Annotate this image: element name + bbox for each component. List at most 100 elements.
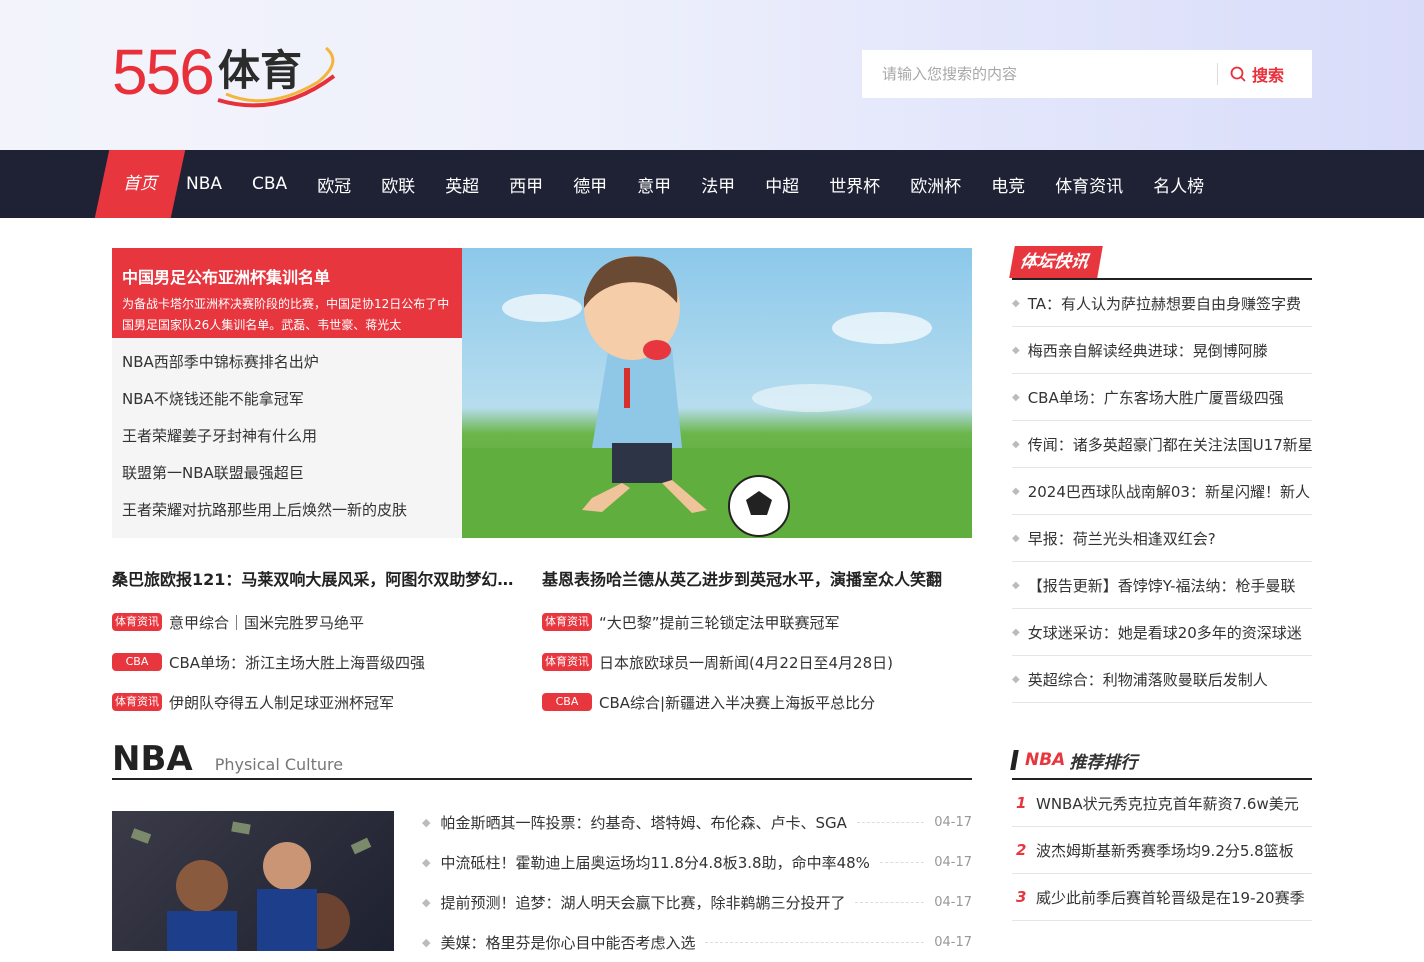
bullet-icon: ◆ xyxy=(1012,579,1020,591)
sidebar-news: 体坛快讯 ◆ TA：有人认为萨拉赫想要自由身赚签字费 ◆ 梅西亲自解读经典进球：晃倒… xyxy=(1009,246,1312,703)
sidebar-item[interactable]: ◆ 传闻：诸多英超豪门都在关注法国U17新星 xyxy=(1012,421,1312,468)
column-title[interactable]: 桑巴旅欧报121：马莱双响大展风采，阿图尔双助梦幻开局 xyxy=(112,566,522,590)
nav-item-esports[interactable]: 电竞 xyxy=(991,172,1025,197)
list-item[interactable]: NBA西部季中锦标赛排名出炉 xyxy=(122,344,452,381)
news-row[interactable]: 体育资讯 日本旅欧球员一周新闻(4月22日至4月28日) xyxy=(542,642,972,682)
feature-block: 中国男足公布亚洲杯集训名单 为备战卡塔尔亚洲杯决赛阶段的比赛，中国足协12日公布… xyxy=(112,248,972,538)
nav-item-bundesliga[interactable]: 德甲 xyxy=(573,172,607,197)
search-button-label: 搜索 xyxy=(1252,66,1285,85)
bullet-icon: ◆ xyxy=(422,935,431,949)
sidebar-item-text: 2024巴西球队战南解03：新星闪耀！新人 xyxy=(1027,482,1310,501)
ranking-item[interactable]: 2 波杰姆斯基新秀赛季场均9.2分5.8篮板 xyxy=(1012,827,1312,874)
sidebar-item-text: 传闻：诸多英超豪门都在关注法国U17新星 xyxy=(1027,435,1312,454)
nav-item-sports-news[interactable]: 体育资讯 xyxy=(1055,172,1123,197)
feature-image[interactable] xyxy=(462,248,972,538)
sidebar-item-text: 早报：荷兰光头相逢双红会? xyxy=(1027,529,1216,548)
dashed-divider xyxy=(855,901,925,903)
news-row-text: 意甲综合｜国米完胜罗马绝平 xyxy=(169,613,365,632)
dashed-divider xyxy=(705,941,925,943)
news-row[interactable]: 体育资讯 “大巴黎”提前三轮锁定法甲联赛冠军 xyxy=(542,602,972,642)
ranking-title: 推荐排行 xyxy=(1069,752,1138,773)
sidebar-item-text: 英超综合：利物浦落败曼联后发制人 xyxy=(1027,670,1268,689)
bullet-icon: ◆ xyxy=(422,815,431,829)
list-item[interactable]: ◆ 美媒：格里芬是你心目中能否考虑入选 04-17 xyxy=(422,922,972,962)
column-title[interactable]: 基恩表扬哈兰德从英乙进步到英冠水平，演播室众人笑翻 xyxy=(542,566,952,590)
news-row[interactable]: 体育资讯 意甲综合｜国米完胜罗马绝平 xyxy=(112,602,542,642)
news-row[interactable]: CBA CBA单场：浙江主场大胜上海晋级四强 xyxy=(112,642,542,682)
rank-text: WNBA状元秀克拉克首年薪资7.6w美元 xyxy=(1036,794,1299,813)
sidebar-item[interactable]: ◆ 早报：荷兰光头相逢双红会? xyxy=(1012,515,1312,562)
feature-headline-box[interactable]: 中国男足公布亚洲杯集训名单 为备战卡塔尔亚洲杯决赛阶段的比赛，中国足协12日公布… xyxy=(112,248,462,338)
logo-text: 体育 xyxy=(218,46,303,95)
cartoon-boy-soccer-illustration xyxy=(462,256,972,538)
list-item-text: 中流砥柱！霍勒迪上届奥运场均11.8分4.8板3.8助，命中率48% xyxy=(440,853,870,872)
nav-item-seriea[interactable]: 意甲 xyxy=(637,172,671,197)
section-title[interactable]: NBA xyxy=(112,740,193,778)
ranking-header: NBA 推荐排行 xyxy=(1010,742,1312,780)
sidebar-item-text: 【报告更新】香饽饽Y-福法纳：枪手曼联 xyxy=(1027,576,1296,595)
nav-item-uel[interactable]: 欧联 xyxy=(381,172,415,197)
nba-section-image[interactable] xyxy=(112,811,394,951)
list-item[interactable]: ◆ 提前预测！追梦：湖人明天会赢下比赛，除非鹈鹕三分投开了 04-17 xyxy=(422,882,972,922)
nav-item-epl[interactable]: 英超 xyxy=(445,172,479,197)
nav-item-cba[interactable]: CBA xyxy=(252,174,287,194)
nav-item-worldcup[interactable]: 世界杯 xyxy=(829,172,880,197)
list-item-text: 帕金斯晒其一阵投票：约基奇、塔特姆、布伦森、卢卡、SGA xyxy=(440,813,847,832)
ranking-item[interactable]: 1 WNBA状元秀克拉克首年薪资7.6w美元 xyxy=(1012,780,1312,827)
nav-item-laliga[interactable]: 西甲 xyxy=(509,172,543,197)
bullet-icon: ◆ xyxy=(1012,673,1020,685)
nav-item-hall-of-fame[interactable]: 名人榜 xyxy=(1153,172,1204,197)
list-item[interactable]: 联盟第一NBA联盟最强超巨 xyxy=(122,455,452,492)
search-button[interactable]: 搜索 xyxy=(1218,62,1284,86)
sidebar-item[interactable]: ◆ 英超综合：利物浦落败曼联后发制人 xyxy=(1012,656,1312,703)
sidebar-item[interactable]: ◆ TA：有人认为萨拉赫想要自由身赚签字费 xyxy=(1012,280,1312,327)
nav-item-home[interactable]: 首页 xyxy=(94,150,186,218)
news-row-text: 伊朗队夺得五人制足球亚洲杯冠军 xyxy=(169,693,395,712)
list-item[interactable]: 王者荣耀姜子牙封神有什么用 xyxy=(122,418,452,455)
sidebar-item[interactable]: ◆ 女球迷采访：她是看球20多年的资深球迷 xyxy=(1012,609,1312,656)
list-item-text: 美媒：格里芬是你心目中能否考虑入选 xyxy=(440,933,696,952)
ranking-item[interactable]: 3 威少此前季后赛首轮晋级是在19-20赛季 xyxy=(1012,874,1312,921)
site-logo[interactable]: 556 体育 xyxy=(112,40,336,110)
category-tag: 体育资讯 xyxy=(542,653,592,671)
nav-item-euro[interactable]: 欧洲杯 xyxy=(910,172,961,197)
sidebar-item[interactable]: ◆ 【报告更新】香饽饽Y-福法纳：枪手曼联 xyxy=(1012,562,1312,609)
dashed-divider xyxy=(856,821,925,823)
nav-item-ucl[interactable]: 欧冠 xyxy=(317,172,351,197)
bullet-icon: ◆ xyxy=(1012,344,1020,356)
nav-item-ligue1[interactable]: 法甲 xyxy=(701,172,735,197)
list-item[interactable]: ◆ 帕金斯晒其一阵投票：约基奇、塔特姆、布伦森、卢卡、SGA 04-17 xyxy=(422,802,972,842)
bullet-icon: ◆ xyxy=(1012,626,1020,638)
list-item[interactable]: ◆ 中流砥柱！霍勒迪上届奥运场均11.8分4.8板3.8助，命中率48% 04-17 xyxy=(422,842,972,882)
ranking-panel: NBA 推荐排行 1 WNBA状元秀克拉克首年薪资7.6w美元 2 波杰姆斯基新秀赛… xyxy=(1010,742,1312,921)
bullet-icon: ◆ xyxy=(1012,391,1020,403)
sidebar-item-text: TA：有人认为萨拉赫想要自由身赚签字费 xyxy=(1027,294,1301,313)
feature-summary: 为备战卡塔尔亚洲杯决赛阶段的比赛，中国足协12日公布了中国男足国家队26人集训名… xyxy=(122,297,450,332)
nba-section: NBA Physical Culture ◆ 帕金斯晒其一阵投票：约基奇、塔特姆、… xyxy=(112,740,972,952)
search-bar: 搜索 xyxy=(862,50,1312,98)
bullet-icon: ◆ xyxy=(1012,485,1020,497)
list-item[interactable]: 王者荣耀对抗路那些用上后焕然一新的皮肤 xyxy=(122,492,452,529)
nav-item-nba[interactable]: NBA xyxy=(186,174,222,194)
nav-item-csl[interactable]: 中超 xyxy=(765,172,799,197)
rank-text: 威少此前季后赛首轮晋级是在19-20赛季 xyxy=(1036,888,1305,907)
sidebar-title: 体坛快讯 xyxy=(1009,246,1103,278)
title-bar-icon xyxy=(1010,750,1019,770)
list-item[interactable]: NBA不烧钱还能不能拿冠军 xyxy=(122,381,452,418)
sidebar-item[interactable]: ◆ 2024巴西球队战南解03：新星闪耀！新人 xyxy=(1012,468,1312,515)
news-column-right: 基恩表扬哈兰德从英乙进步到英冠水平，演播室众人笑翻 体育资讯 “大巴黎”提前三轮锁… xyxy=(542,566,972,722)
sidebar-item[interactable]: ◆ 梅西亲自解读经典进球：晃倒博阿滕 xyxy=(1012,327,1312,374)
news-columns: 桑巴旅欧报121：马莱双响大展风采，阿图尔双助梦幻开局 体育资讯 意甲综合｜国米完… xyxy=(112,566,972,722)
news-row[interactable]: 体育资讯 伊朗队夺得五人制足球亚洲杯冠军 xyxy=(112,682,542,722)
sidebar-item[interactable]: ◆ CBA单场：广东客场大胜广厦晋级四强 xyxy=(1012,374,1312,421)
list-item-date: 04-17 xyxy=(934,934,972,950)
list-item-date: 04-17 xyxy=(934,854,972,870)
rank-number: 3 xyxy=(1016,888,1027,906)
sidebar-list: ◆ TA：有人认为萨拉赫想要自由身赚签字费 ◆ 梅西亲自解读经典进球：晃倒博阿滕 ◆… xyxy=(1012,280,1312,703)
main-content: 中国男足公布亚洲杯集训名单 为备战卡塔尔亚洲杯决赛阶段的比赛，中国足协12日公布… xyxy=(112,248,972,722)
search-input[interactable] xyxy=(862,50,1217,98)
news-row[interactable]: CBA CBA综合|新疆进入半决赛上海扳平总比分 xyxy=(542,682,972,722)
feature-headline[interactable]: 中国男足公布亚洲杯集训名单 xyxy=(122,264,452,288)
bullet-icon: ◆ xyxy=(1012,297,1020,309)
sidebar-header: 体坛快讯 xyxy=(1009,246,1312,280)
